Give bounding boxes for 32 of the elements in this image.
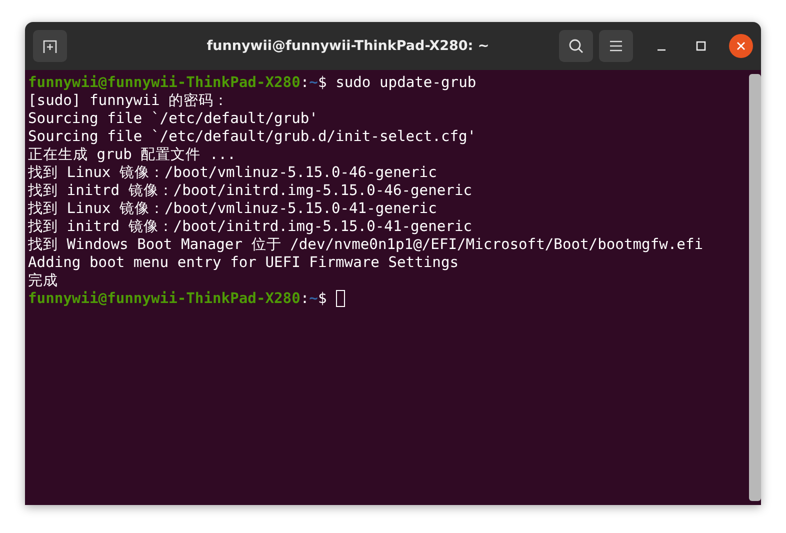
maximize-icon <box>696 41 706 51</box>
prompt-path: ~ <box>309 74 318 92</box>
prompt-user-host: funnywii@funnywii-ThinkPad-X280 <box>28 74 300 92</box>
output-line: Sourcing file `/etc/default/grub' <box>28 110 318 128</box>
output-line: 找到 Windows Boot Manager 位于 /dev/nvme0n1p1@/EFI/Microsoft/Boot/bootmgfw.efi <box>28 236 704 254</box>
output-line: 找到 Linux 镜像：/boot/vmlinuz-5.15.0-46-generic <box>28 164 437 182</box>
minimize-icon <box>656 49 666 51</box>
window-title: funnywii@funnywii-ThinkPad-X280: ~ <box>206 38 490 54</box>
output-line: 找到 initrd 镜像：/boot/initrd.img-5.15.0-41-generic <box>28 218 472 236</box>
output-line: 完成 <box>28 272 58 290</box>
search-icon <box>568 38 584 54</box>
new-tab-icon <box>42 38 58 54</box>
output-line: Adding boot menu entry for UEFI Firmware Settings <box>28 254 459 272</box>
prompt-separator: : <box>300 74 310 92</box>
output-line: 找到 Linux 镜像：/boot/vmlinuz-5.15.0-41-generic <box>28 200 437 218</box>
close-icon <box>736 41 746 51</box>
prompt-separator: : <box>300 290 310 308</box>
prompt-user-host: funnywii@funnywii-ThinkPad-X280 <box>28 290 300 308</box>
menu-icon <box>609 40 623 52</box>
command-text: sudo update-grub <box>334 74 476 92</box>
output-line: Sourcing file `/etc/default/grub.d/init-select.cfg' <box>28 128 476 146</box>
menu-button[interactable] <box>599 30 633 62</box>
prompt-path: ~ <box>309 290 318 308</box>
output-line: 正在生成 grub 配置文件 ... <box>28 146 236 164</box>
prompt-symbol: $ <box>318 74 327 92</box>
output-line: 找到 initrd 镜像：/boot/initrd.img-5.15.0-46-generic <box>28 182 472 200</box>
new-tab-button[interactable] <box>33 30 67 62</box>
close-button[interactable] <box>729 34 753 58</box>
scrollbar-thumb[interactable] <box>749 74 761 501</box>
prompt-symbol: $ <box>318 290 327 308</box>
output-line: [sudo] funnywii 的密码： <box>28 92 229 110</box>
search-button[interactable] <box>559 30 593 62</box>
